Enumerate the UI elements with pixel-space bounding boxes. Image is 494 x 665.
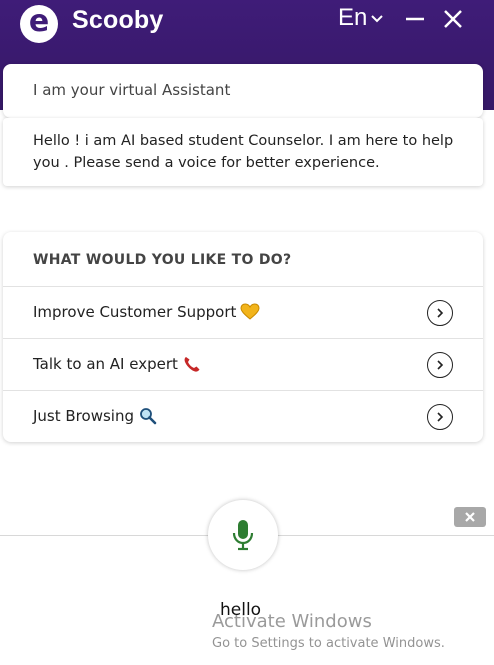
chevron-right-icon xyxy=(427,404,453,430)
microphone-icon xyxy=(232,520,254,551)
option-improve-customer-support[interactable]: Improve Customer Support xyxy=(3,286,483,338)
chevron-right-icon xyxy=(427,352,453,378)
logo-letter: e xyxy=(28,4,50,39)
app-title: Scooby xyxy=(72,6,164,34)
bot-message: Hello ! i am AI based student Counselor.… xyxy=(3,118,483,186)
chevron-right-icon xyxy=(427,300,453,326)
minimize-button[interactable] xyxy=(404,8,426,34)
assistant-intro-text: I am your virtual Assistant xyxy=(33,81,231,99)
dismiss-button[interactable] xyxy=(454,507,486,527)
chevron-down-icon xyxy=(371,15,384,23)
language-selector[interactable]: En xyxy=(338,4,384,32)
minimize-icon xyxy=(406,17,424,21)
bot-message-text: Hello ! i am AI based student Counselor.… xyxy=(33,133,454,171)
options-menu: WHAT WOULD YOU LIKE TO DO? Improve Custo… xyxy=(3,232,483,442)
app-logo: e xyxy=(20,5,58,43)
close-icon xyxy=(444,10,462,28)
language-label: En xyxy=(338,4,368,31)
option-just-browsing[interactable]: Just Browsing xyxy=(3,390,483,442)
voice-transcript: hello xyxy=(220,600,262,620)
option-label: Improve Customer Support xyxy=(33,303,237,321)
option-label: Talk to an AI expert xyxy=(33,355,178,373)
menu-heading: WHAT WOULD YOU LIKE TO DO? xyxy=(33,252,292,268)
watermark-subtitle: Go to Settings to activate Windows. xyxy=(212,636,445,651)
close-icon xyxy=(465,512,475,522)
assistant-intro-card: I am your virtual Assistant xyxy=(3,64,483,118)
option-label: Just Browsing xyxy=(33,407,134,425)
mic-button[interactable] xyxy=(208,500,278,570)
option-talk-to-ai-expert[interactable]: Talk to an AI expert xyxy=(3,338,483,390)
magnifier-icon xyxy=(140,408,157,425)
phone-icon xyxy=(184,357,200,372)
heart-icon xyxy=(240,303,260,320)
close-button[interactable] xyxy=(442,8,464,34)
